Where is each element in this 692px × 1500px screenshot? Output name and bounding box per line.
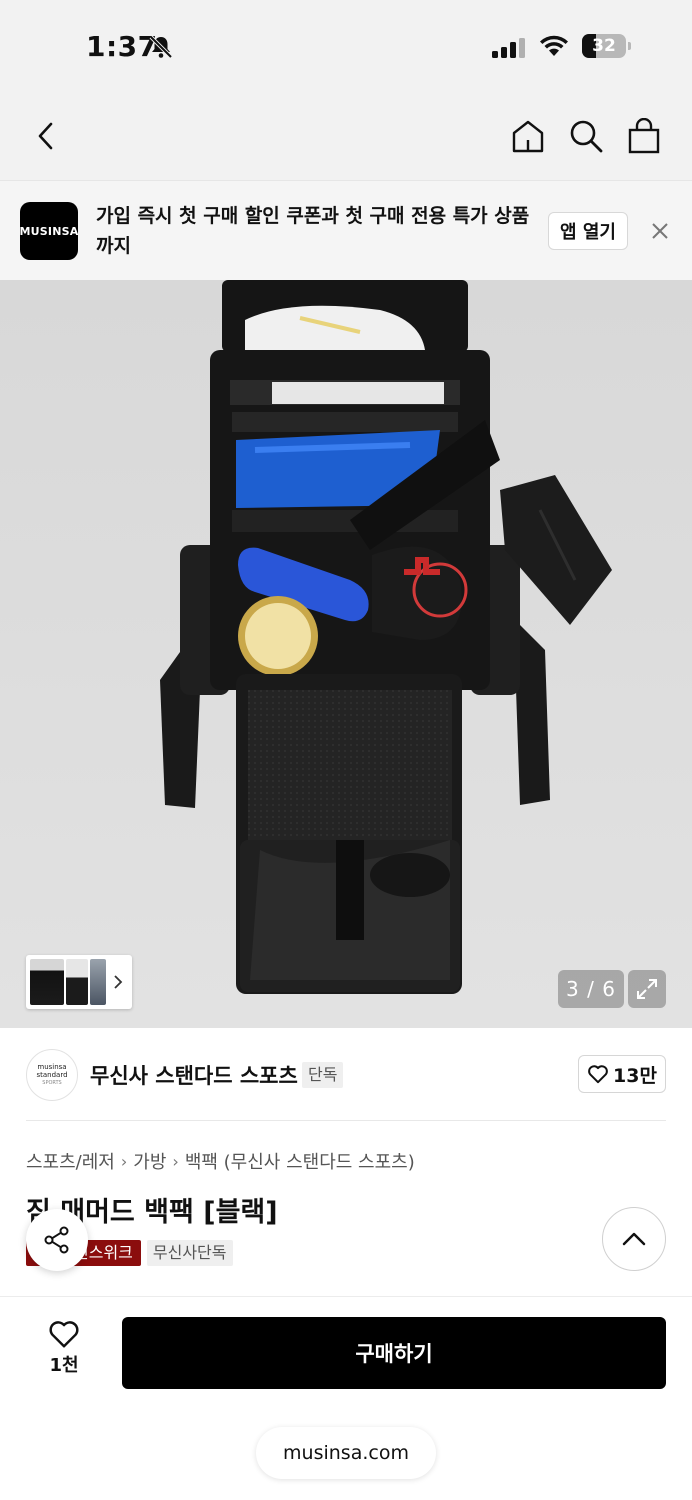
divider [26, 1120, 666, 1121]
home-button[interactable] [508, 116, 548, 156]
avatar-line: SPORTS [42, 1080, 62, 1086]
share-button[interactable] [26, 1209, 88, 1271]
nav-bar [0, 96, 692, 180]
battery-indicator: 32 [582, 34, 631, 58]
heart-icon [588, 1065, 608, 1084]
wishlist-button[interactable]: 1천 [34, 1319, 94, 1389]
open-app-button[interactable]: 앱 열기 [548, 212, 628, 250]
wifi-icon [540, 35, 568, 56]
expand-button[interactable] [628, 970, 666, 1008]
search-icon [570, 120, 603, 153]
avatar-line: musinsa [37, 1063, 67, 1071]
musinsa-logo: MUSINSA [20, 202, 78, 260]
app-install-banner: MUSINSA 가입 즉시 첫 구매 할인 쿠폰과 첫 구매 전용 특가 상품까… [0, 180, 692, 280]
bell-off-icon [149, 35, 173, 59]
chevron-right-icon: › [120, 1151, 128, 1171]
thumbnail[interactable] [90, 959, 106, 1005]
wishlist-count: 1천 [49, 1355, 79, 1376]
scroll-top-button[interactable] [602, 1207, 666, 1271]
thumbnail-strip[interactable] [26, 955, 132, 1009]
brand-name[interactable]: 무신사 스탠다드 스포츠 [90, 1060, 298, 1090]
chevron-right-icon[interactable] [112, 974, 124, 990]
battery-level: 32 [592, 36, 616, 56]
back-icon [38, 122, 53, 150]
product-image[interactable]: 3 / 6 [0, 280, 692, 1028]
back-button[interactable] [26, 116, 66, 156]
share-icon [44, 1226, 69, 1254]
avatar-line: standard [36, 1071, 68, 1079]
breadcrumb: 스포츠/레저 › 가방 › 백팩 (무신사 스탠다드 스포츠) [26, 1148, 415, 1174]
breadcrumb-item[interactable]: 백팩 (무신사 스탠다드 스포츠) [185, 1148, 415, 1174]
browser-url-bar[interactable]: musinsa.com [256, 1427, 436, 1479]
buy-button[interactable]: 구매하기 [122, 1317, 666, 1389]
image-counter: 3 / 6 [558, 970, 624, 1008]
brand-row: musinsa standard SPORTS 무신사 스탠다드 스포츠 단독 … [0, 1028, 692, 1122]
close-icon[interactable] [648, 219, 672, 243]
breadcrumb-item[interactable]: 가방 [133, 1148, 166, 1174]
signal-icon [492, 38, 525, 58]
backpack-photo [160, 280, 612, 994]
status-time: 1:37 [86, 30, 158, 63]
status-bar: 1:37 32 [0, 0, 692, 96]
expand-icon [637, 979, 657, 999]
cart-icon [628, 118, 660, 154]
chevron-up-icon [622, 1232, 646, 1246]
bottom-purchase-bar: 1천 구매하기 musinsa.com [0, 1296, 692, 1500]
cart-button[interactable] [624, 116, 664, 156]
heart-icon [49, 1321, 79, 1348]
thumbnail[interactable] [66, 959, 88, 1005]
exclusive-badge: 단독 [302, 1062, 344, 1088]
home-icon [512, 120, 544, 153]
exclusive-tag: 무신사단독 [146, 1240, 233, 1266]
chevron-right-icon: › [172, 1151, 179, 1171]
brand-like-button[interactable]: 13만 [578, 1055, 666, 1093]
banner-message: 가입 즉시 첫 구매 할인 쿠폰과 첫 구매 전용 특가 상품까지 [96, 205, 530, 257]
thumbnail[interactable] [30, 959, 64, 1005]
brand-like-count: 13만 [613, 1064, 657, 1087]
brand-avatar[interactable]: musinsa standard SPORTS [26, 1049, 78, 1101]
breadcrumb-item[interactable]: 스포츠/레저 [26, 1148, 115, 1174]
search-button[interactable] [566, 116, 606, 156]
